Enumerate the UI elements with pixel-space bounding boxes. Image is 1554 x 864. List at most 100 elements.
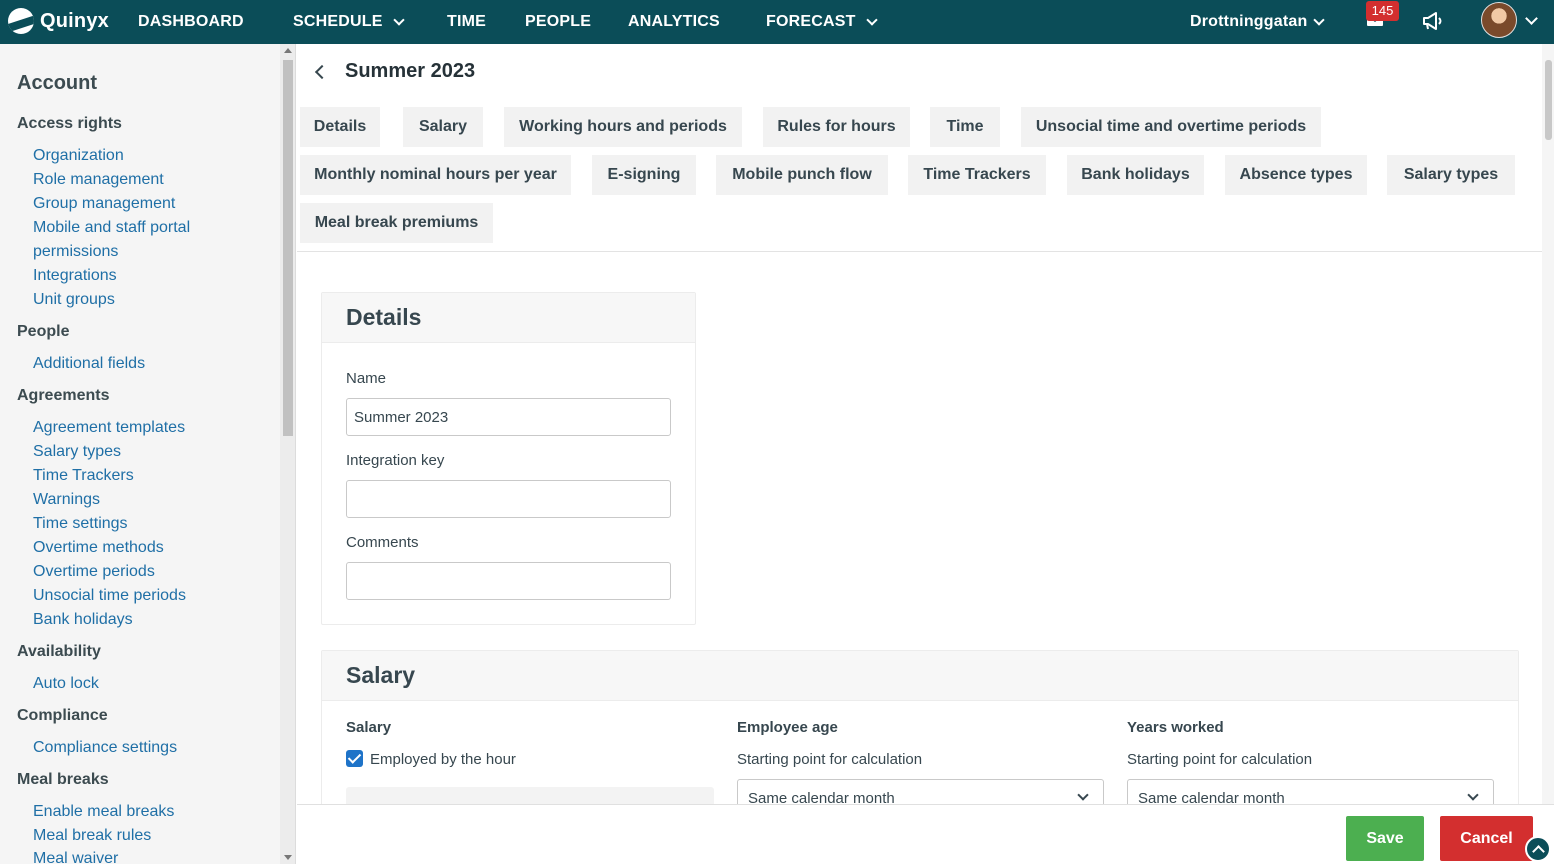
salary-heading: Salary	[346, 662, 416, 688]
sidebar-item-mobile-staff-portal-permissions[interactable]: permissions	[33, 243, 118, 261]
cancel-button[interactable]: Cancel	[1440, 816, 1533, 861]
sidebar-item-overtime-methods[interactable]: Overtime methods	[33, 539, 164, 557]
sidebar-item-organization[interactable]: Organization	[33, 147, 124, 165]
sidebar-item-meal-waiver[interactable]: Meal waiver	[33, 850, 118, 864]
nav-schedule[interactable]: SCHEDULE	[293, 0, 405, 44]
sidebar-item-enable-meal-breaks[interactable]: Enable meal breaks	[33, 803, 174, 821]
chevron-down-icon	[1077, 789, 1089, 801]
nav-people[interactable]: PEOPLE	[525, 0, 591, 44]
tabs-divider	[297, 251, 1542, 252]
notification-badge: 145	[1366, 1, 1399, 21]
nav-forecast-label: FORECAST	[766, 13, 856, 30]
quinyx-logo[interactable]: Quinyx	[8, 6, 109, 36]
unit-selector-label: Drottninggatan	[1190, 13, 1308, 30]
sidebar-item-additional-fields[interactable]: Additional fields	[33, 355, 145, 373]
employee-age-calc-value: Same calendar month	[748, 790, 895, 804]
scroll-down-arrow-icon[interactable]	[284, 855, 292, 860]
details-card-header: Details	[322, 293, 695, 343]
sidebar-item-meal-break-rules[interactable]: Meal break rules	[33, 827, 151, 845]
logo-icon	[8, 8, 34, 34]
tab-unsocial-overtime[interactable]: Unsocial time and overtime periods	[1021, 107, 1321, 147]
sidebar-item-unit-groups[interactable]: Unit groups	[33, 291, 115, 309]
chevron-down-icon	[392, 14, 405, 26]
sidebar-scrollbar[interactable]	[280, 44, 296, 864]
chevron-down-icon[interactable]	[1525, 12, 1538, 25]
page-title: Summer 2023	[345, 60, 476, 82]
tab-salary[interactable]: Salary	[403, 107, 483, 147]
sidebar-item-time-settings[interactable]: Time settings	[33, 515, 128, 533]
nav-time[interactable]: TIME	[447, 0, 486, 44]
tab-time[interactable]: Time	[930, 107, 1000, 147]
sidebar-item-time-trackers[interactable]: Time Trackers	[33, 467, 134, 485]
chevron-down-icon	[1467, 789, 1479, 801]
sidebar-item-integrations[interactable]: Integrations	[33, 267, 117, 285]
sidebar-item-agreement-templates[interactable]: Agreement templates	[33, 419, 185, 437]
main-scrollbar[interactable]	[1542, 44, 1554, 804]
salary-card-header: Salary	[322, 651, 1518, 701]
sidebar-item-warnings[interactable]: Warnings	[33, 491, 100, 509]
years-worked-calc-select[interactable]: Same calendar month	[1127, 779, 1494, 804]
nav-schedule-label: SCHEDULE	[293, 13, 383, 30]
salary-subheading: Salary	[346, 719, 392, 736]
integration-key-input[interactable]	[346, 480, 671, 518]
tab-e-signing[interactable]: E-signing	[592, 155, 696, 195]
sidebar-title: Account	[17, 72, 97, 94]
back-arrow-icon[interactable]	[313, 64, 333, 80]
tab-monthly-nominal-hours[interactable]: Monthly nominal hours per year	[300, 155, 571, 195]
sidebar-item-salary-types[interactable]: Salary types	[33, 443, 121, 461]
tab-salary-types[interactable]: Salary types	[1387, 155, 1515, 195]
scroll-to-top-icon[interactable]	[1525, 836, 1551, 862]
years-worked-calc-value: Same calendar month	[1138, 790, 1285, 804]
tab-mobile-punch-flow[interactable]: Mobile punch flow	[716, 155, 888, 195]
tab-details[interactable]: Details	[300, 107, 380, 147]
scroll-up-arrow-icon[interactable]	[284, 48, 292, 53]
sidebar-group-agreements: Agreements	[17, 387, 110, 404]
nav-analytics[interactable]: ANALYTICS	[628, 0, 720, 44]
tab-working-hours[interactable]: Working hours and periods	[504, 107, 742, 147]
sidebar-item-compliance-settings[interactable]: Compliance settings	[33, 739, 177, 757]
tab-bank-holidays[interactable]: Bank holidays	[1067, 155, 1204, 195]
unit-selector[interactable]: Drottninggatan	[1190, 0, 1326, 44]
integration-key-label: Integration key	[346, 452, 445, 469]
settings-sidebar: Account Access rights Organization Role …	[0, 44, 280, 864]
employee-age-calc-label: Starting point for calculation	[737, 751, 923, 768]
sidebar-item-bank-holidays[interactable]: Bank holidays	[33, 611, 133, 629]
years-worked-calc-label: Starting point for calculation	[1127, 751, 1313, 768]
years-worked-subheading: Years worked	[1127, 719, 1224, 736]
sidebar-scrollbar-thumb[interactable]	[283, 60, 293, 436]
employed-by-hour-checkbox[interactable]	[346, 750, 363, 767]
employed-by-hour-label: Employed by the hour	[370, 751, 516, 768]
save-button[interactable]: Save	[1346, 816, 1424, 861]
comments-label: Comments	[346, 534, 419, 551]
tab-absence-types[interactable]: Absence types	[1225, 155, 1367, 195]
tab-time-trackers[interactable]: Time Trackers	[908, 155, 1046, 195]
main-content: Summer 2023 Details Salary Working hours…	[297, 44, 1542, 804]
name-input[interactable]	[346, 398, 671, 436]
employee-age-subheading: Employee age	[737, 719, 838, 736]
comments-input[interactable]	[346, 562, 671, 600]
sidebar-item-unsocial-time-periods[interactable]: Unsocial time periods	[33, 587, 186, 605]
tab-meal-break-premiums[interactable]: Meal break premiums	[300, 203, 493, 243]
action-footer: Save Cancel	[297, 804, 1554, 864]
sidebar-group-meal-breaks: Meal breaks	[17, 771, 109, 788]
main-scrollbar-thumb[interactable]	[1545, 60, 1552, 140]
salary-subsection	[346, 787, 714, 804]
user-avatar[interactable]	[1481, 2, 1517, 38]
sidebar-item-role-management[interactable]: Role management	[33, 171, 164, 189]
megaphone-icon[interactable]	[1420, 9, 1446, 33]
top-navigation-bar: Quinyx DASHBOARD SCHEDULE TIME PEOPLE AN…	[0, 0, 1554, 44]
chevron-down-icon	[1313, 14, 1326, 26]
name-label: Name	[346, 370, 387, 387]
sidebar-item-overtime-periods[interactable]: Overtime periods	[33, 563, 155, 581]
sidebar-group-people: People	[17, 323, 70, 340]
sidebar-item-auto-lock[interactable]: Auto lock	[33, 675, 99, 693]
sidebar-item-group-management[interactable]: Group management	[33, 195, 175, 213]
nav-dashboard[interactable]: DASHBOARD	[138, 0, 244, 44]
employee-age-calc-select[interactable]: Same calendar month	[737, 779, 1104, 804]
tab-rules-for-hours[interactable]: Rules for hours	[763, 107, 910, 147]
nav-forecast[interactable]: FORECAST	[766, 0, 878, 44]
sidebar-group-availability: Availability	[17, 643, 101, 660]
details-card: Details Name Integration key Comments	[321, 292, 696, 625]
sidebar-item-mobile-staff-portal[interactable]: Mobile and staff portal	[33, 219, 190, 237]
sidebar-group-compliance: Compliance	[17, 707, 108, 724]
